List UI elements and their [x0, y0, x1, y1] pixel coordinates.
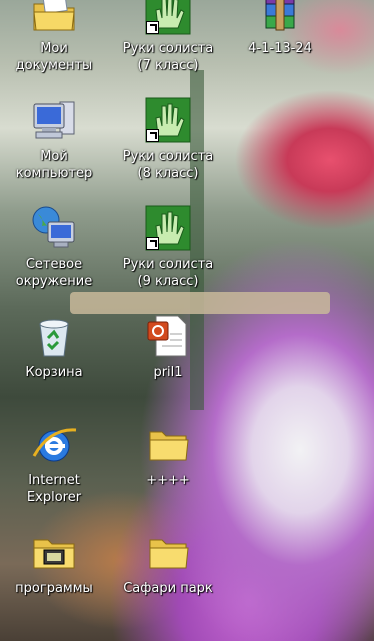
desktop-icon-label: 4-1-13-24	[248, 41, 312, 56]
desktop-icon-label: Сетевое окружение	[15, 257, 93, 289]
desktop-icon-pril1[interactable]: pril1	[114, 312, 222, 381]
desktop-icon-ruki-solista-8[interactable]: Руки солиста (8 класс)	[114, 96, 222, 182]
folder-icon	[144, 420, 192, 468]
winrar-archive-icon	[256, 0, 304, 36]
desktop-icon-label: программы	[15, 581, 93, 596]
desktop-icon-ruki-solista-7[interactable]: Руки солиста (7 класс)	[114, 0, 222, 74]
desktop-icon-label: Сафари парк	[123, 581, 213, 596]
shortcut-arrow-icon	[146, 129, 159, 142]
recycle-bin-icon	[30, 312, 78, 360]
my-documents-icon	[30, 0, 78, 36]
shortcut-arrow-icon	[146, 237, 159, 250]
desktop-icon-recycle-bin[interactable]: Корзина	[0, 312, 108, 381]
desktop-icon-label: Руки солиста (8 класс)	[122, 149, 214, 181]
desktop-icon-label: pril1	[153, 365, 183, 380]
desktop-icon-safari-park[interactable]: Сафари парк	[114, 528, 222, 597]
folder-icon	[144, 528, 192, 576]
desktop-icon-label: Корзина	[25, 365, 83, 380]
desktop-icon-4-1-13-24[interactable]: 4-1-13-24	[226, 0, 334, 57]
desktop-icon-label: Руки солиста (7 класс)	[122, 41, 214, 73]
internet-explorer-icon	[30, 420, 78, 468]
desktop-icon-ruki-solista-9[interactable]: Руки солиста (9 класс)	[114, 204, 222, 290]
desktop-icon-label: Руки солиста (9 класс)	[122, 257, 214, 289]
shortcut-arrow-icon	[146, 21, 159, 34]
desktop-icon-label: Internet Explorer	[26, 473, 82, 505]
desktop-icon-label: Мои документы	[15, 41, 93, 73]
desktop-icon-label: ++++	[146, 473, 190, 488]
desktop-icon-folder-plus[interactable]: ++++	[114, 420, 222, 489]
desktop-icon-network-places[interactable]: Сетевое окружение	[0, 204, 108, 290]
desktop-icon-label: Мой компьютер	[15, 149, 93, 181]
green-hand-icon	[144, 204, 192, 252]
programs-folder-icon	[30, 528, 78, 576]
desktop-icon-my-computer[interactable]: Мой компьютер	[0, 96, 108, 182]
wallpaper-railing	[70, 292, 330, 314]
green-hand-icon	[144, 96, 192, 144]
desktop-icon-internet-explorer[interactable]: Internet Explorer	[0, 420, 108, 506]
desktop-icon-programs[interactable]: программы	[0, 528, 108, 597]
network-places-icon	[30, 204, 78, 252]
my-computer-icon	[30, 96, 78, 144]
powerpoint-document-icon	[144, 312, 192, 360]
green-hand-icon	[144, 0, 192, 36]
desktop-icon-my-documents[interactable]: Мои документы	[0, 0, 108, 74]
